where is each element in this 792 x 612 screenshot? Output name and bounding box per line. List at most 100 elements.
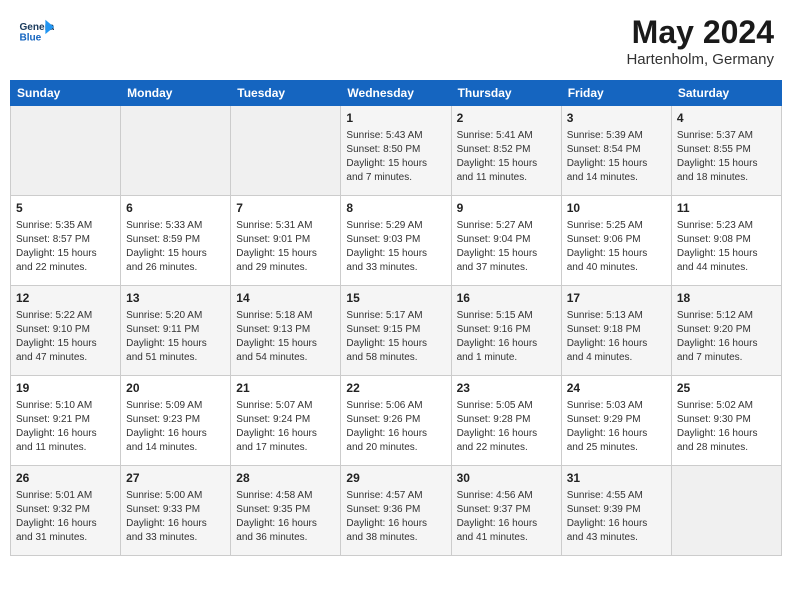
calendar-week-4: 19 Sunrise: 5:10 AM Sunset: 9:21 PM Dayli…: [11, 376, 782, 466]
day-number: 25: [677, 380, 776, 397]
day-number: 8: [346, 200, 445, 217]
day-number: 5: [16, 200, 115, 217]
calendar-cell: 8Sunrise: 5:29 AM Sunset: 9:03 PM Daylig…: [341, 196, 451, 286]
day-number: 12: [16, 290, 115, 307]
day-header-sunday: Sunday: [11, 81, 121, 106]
svg-text:Blue: Blue: [19, 33, 41, 44]
calendar-cell: 25 Sunrise: 5:02 AM Sunset: 9:30 PM Dayli…: [671, 376, 781, 466]
day-header-tuesday: Tuesday: [231, 81, 341, 106]
calendar-cell: 4 Sunrise: 5:37 AM Sunset: 8:55 PM Daylig…: [671, 106, 781, 196]
cell-content: Sunrise: 5:02 AM Sunset: 9:30 PM Dayligh…: [677, 399, 776, 455]
calendar-cell: 17 Sunrise: 5:13 AM Sunset: 9:18 PM Dayli…: [561, 286, 671, 376]
calendar-cell: 19 Sunrise: 5:10 AM Sunset: 9:21 PM Dayli…: [11, 376, 121, 466]
cell-content: Sunrise: 5:37 AM Sunset: 8:55 PM Dayligh…: [677, 129, 776, 185]
day-number: 6: [126, 200, 225, 217]
day-number: 10: [567, 200, 666, 217]
cell-content: Sunrise: 5:39 AM Sunset: 8:54 PM Dayligh…: [567, 129, 666, 185]
day-number: 28: [236, 470, 335, 487]
day-number: 31: [567, 470, 666, 487]
day-header-saturday: Saturday: [671, 81, 781, 106]
calendar-cell: 27Sunrise: 5:00 AM Sunset: 9:33 PM Dayli…: [121, 466, 231, 556]
day-header-wednesday: Wednesday: [341, 81, 451, 106]
calendar-cell: [11, 106, 121, 196]
logo-icon: General Blue: [18, 14, 54, 50]
cell-content: Sunrise: 4:56 AM Sunset: 9:37 PM Dayligh…: [457, 489, 556, 545]
cell-content: Sunrise: 5:33 AM Sunset: 8:59 PM Dayligh…: [126, 219, 225, 275]
day-number: 20: [126, 380, 225, 397]
calendar-cell: 14Sunrise: 5:18 AM Sunset: 9:13 PM Dayli…: [231, 286, 341, 376]
day-number: 26: [16, 470, 115, 487]
day-number: 1: [346, 110, 445, 127]
cell-content: Sunrise: 5:06 AM Sunset: 9:26 PM Dayligh…: [346, 399, 445, 455]
cell-content: Sunrise: 5:22 AM Sunset: 9:10 PM Dayligh…: [16, 309, 115, 365]
cell-content: Sunrise: 5:07 AM Sunset: 9:24 PM Dayligh…: [236, 399, 335, 455]
cell-content: Sunrise: 5:17 AM Sunset: 9:15 PM Dayligh…: [346, 309, 445, 365]
cell-content: Sunrise: 5:10 AM Sunset: 9:21 PM Dayligh…: [16, 399, 115, 455]
calendar-cell: [121, 106, 231, 196]
day-number: 4: [677, 110, 776, 127]
cell-content: Sunrise: 5:15 AM Sunset: 9:16 PM Dayligh…: [457, 309, 556, 365]
day-number: 18: [677, 290, 776, 307]
calendar-cell: 31Sunrise: 4:55 AM Sunset: 9:39 PM Dayli…: [561, 466, 671, 556]
day-number: 15: [346, 290, 445, 307]
calendar-week-5: 26Sunrise: 5:01 AM Sunset: 9:32 PM Dayli…: [11, 466, 782, 556]
calendar-cell: 15 Sunrise: 5:17 AM Sunset: 9:15 PM Dayli…: [341, 286, 451, 376]
day-number: 21: [236, 380, 335, 397]
day-number: 29: [346, 470, 445, 487]
calendar-cell: 23 Sunrise: 5:05 AM Sunset: 9:28 PM Dayli…: [451, 376, 561, 466]
cell-content: Sunrise: 4:58 AM Sunset: 9:35 PM Dayligh…: [236, 489, 335, 545]
cell-content: Sunrise: 5:31 AM Sunset: 9:01 PM Dayligh…: [236, 219, 335, 275]
calendar-cell: 9Sunrise: 5:27 AM Sunset: 9:04 PM Daylig…: [451, 196, 561, 286]
day-number: 19: [16, 380, 115, 397]
calendar-cell: 3 Sunrise: 5:39 AM Sunset: 8:54 PM Daylig…: [561, 106, 671, 196]
cell-content: Sunrise: 5:35 AM Sunset: 8:57 PM Dayligh…: [16, 219, 115, 275]
day-number: 7: [236, 200, 335, 217]
calendar-week-2: 5 Sunrise: 5:35 AM Sunset: 8:57 PM Daylig…: [11, 196, 782, 286]
day-number: 9: [457, 200, 556, 217]
day-number: 27: [126, 470, 225, 487]
calendar-cell: 11 Sunrise: 5:23 AM Sunset: 9:08 PM Dayli…: [671, 196, 781, 286]
cell-content: Sunrise: 5:09 AM Sunset: 9:23 PM Dayligh…: [126, 399, 225, 455]
cell-content: Sunrise: 5:20 AM Sunset: 9:11 PM Dayligh…: [126, 309, 225, 365]
cell-content: Sunrise: 5:12 AM Sunset: 9:20 PM Dayligh…: [677, 309, 776, 365]
day-number: 3: [567, 110, 666, 127]
cell-content: Sunrise: 5:05 AM Sunset: 9:28 PM Dayligh…: [457, 399, 556, 455]
cell-content: Sunrise: 5:23 AM Sunset: 9:08 PM Dayligh…: [677, 219, 776, 275]
day-number: 30: [457, 470, 556, 487]
cell-content: Sunrise: 4:57 AM Sunset: 9:36 PM Dayligh…: [346, 489, 445, 545]
calendar-cell: 13 Sunrise: 5:20 AM Sunset: 9:11 PM Dayli…: [121, 286, 231, 376]
calendar-cell: 2 Sunrise: 5:41 AM Sunset: 8:52 PM Daylig…: [451, 106, 561, 196]
day-number: 11: [677, 200, 776, 217]
calendar-cell: 29 Sunrise: 4:57 AM Sunset: 9:36 PM Dayli…: [341, 466, 451, 556]
calendar-cell: 26Sunrise: 5:01 AM Sunset: 9:32 PM Dayli…: [11, 466, 121, 556]
calendar-cell: [671, 466, 781, 556]
location: Hartenholm, Germany: [626, 51, 774, 68]
calendar-cell: 30 Sunrise: 4:56 AM Sunset: 9:37 PM Dayli…: [451, 466, 561, 556]
cell-content: Sunrise: 5:13 AM Sunset: 9:18 PM Dayligh…: [567, 309, 666, 365]
day-number: 2: [457, 110, 556, 127]
calendar-cell: 5 Sunrise: 5:35 AM Sunset: 8:57 PM Daylig…: [11, 196, 121, 286]
day-header-thursday: Thursday: [451, 81, 561, 106]
cell-content: Sunrise: 5:43 AM Sunset: 8:50 PM Dayligh…: [346, 129, 445, 185]
day-number: 14: [236, 290, 335, 307]
header: General Blue May 2024 Hartenholm, German…: [10, 10, 782, 72]
day-number: 13: [126, 290, 225, 307]
calendar-cell: 1 Sunrise: 5:43 AM Sunset: 8:50 PM Daylig…: [341, 106, 451, 196]
calendar-cell: 12 Sunrise: 5:22 AM Sunset: 9:10 PM Dayli…: [11, 286, 121, 376]
calendar-cell: 7 Sunrise: 5:31 AM Sunset: 9:01 PM Daylig…: [231, 196, 341, 286]
day-number: 17: [567, 290, 666, 307]
day-number: 22: [346, 380, 445, 397]
day-number: 23: [457, 380, 556, 397]
day-header-monday: Monday: [121, 81, 231, 106]
calendar-cell: 20 Sunrise: 5:09 AM Sunset: 9:23 PM Dayli…: [121, 376, 231, 466]
days-header-row: SundayMondayTuesdayWednesdayThursdayFrid…: [11, 81, 782, 106]
calendar-cell: [231, 106, 341, 196]
calendar-cell: 6 Sunrise: 5:33 AM Sunset: 8:59 PM Daylig…: [121, 196, 231, 286]
cell-content: Sunrise: 5:41 AM Sunset: 8:52 PM Dayligh…: [457, 129, 556, 185]
cell-content: Sunrise: 5:03 AM Sunset: 9:29 PM Dayligh…: [567, 399, 666, 455]
logo: General Blue: [18, 14, 54, 50]
calendar-cell: 10Sunrise: 5:25 AM Sunset: 9:06 PM Dayli…: [561, 196, 671, 286]
calendar-cell: 21 Sunrise: 5:07 AM Sunset: 9:24 PM Dayli…: [231, 376, 341, 466]
calendar-week-1: 1 Sunrise: 5:43 AM Sunset: 8:50 PM Daylig…: [11, 106, 782, 196]
calendar-cell: 24Sunrise: 5:03 AM Sunset: 9:29 PM Dayli…: [561, 376, 671, 466]
